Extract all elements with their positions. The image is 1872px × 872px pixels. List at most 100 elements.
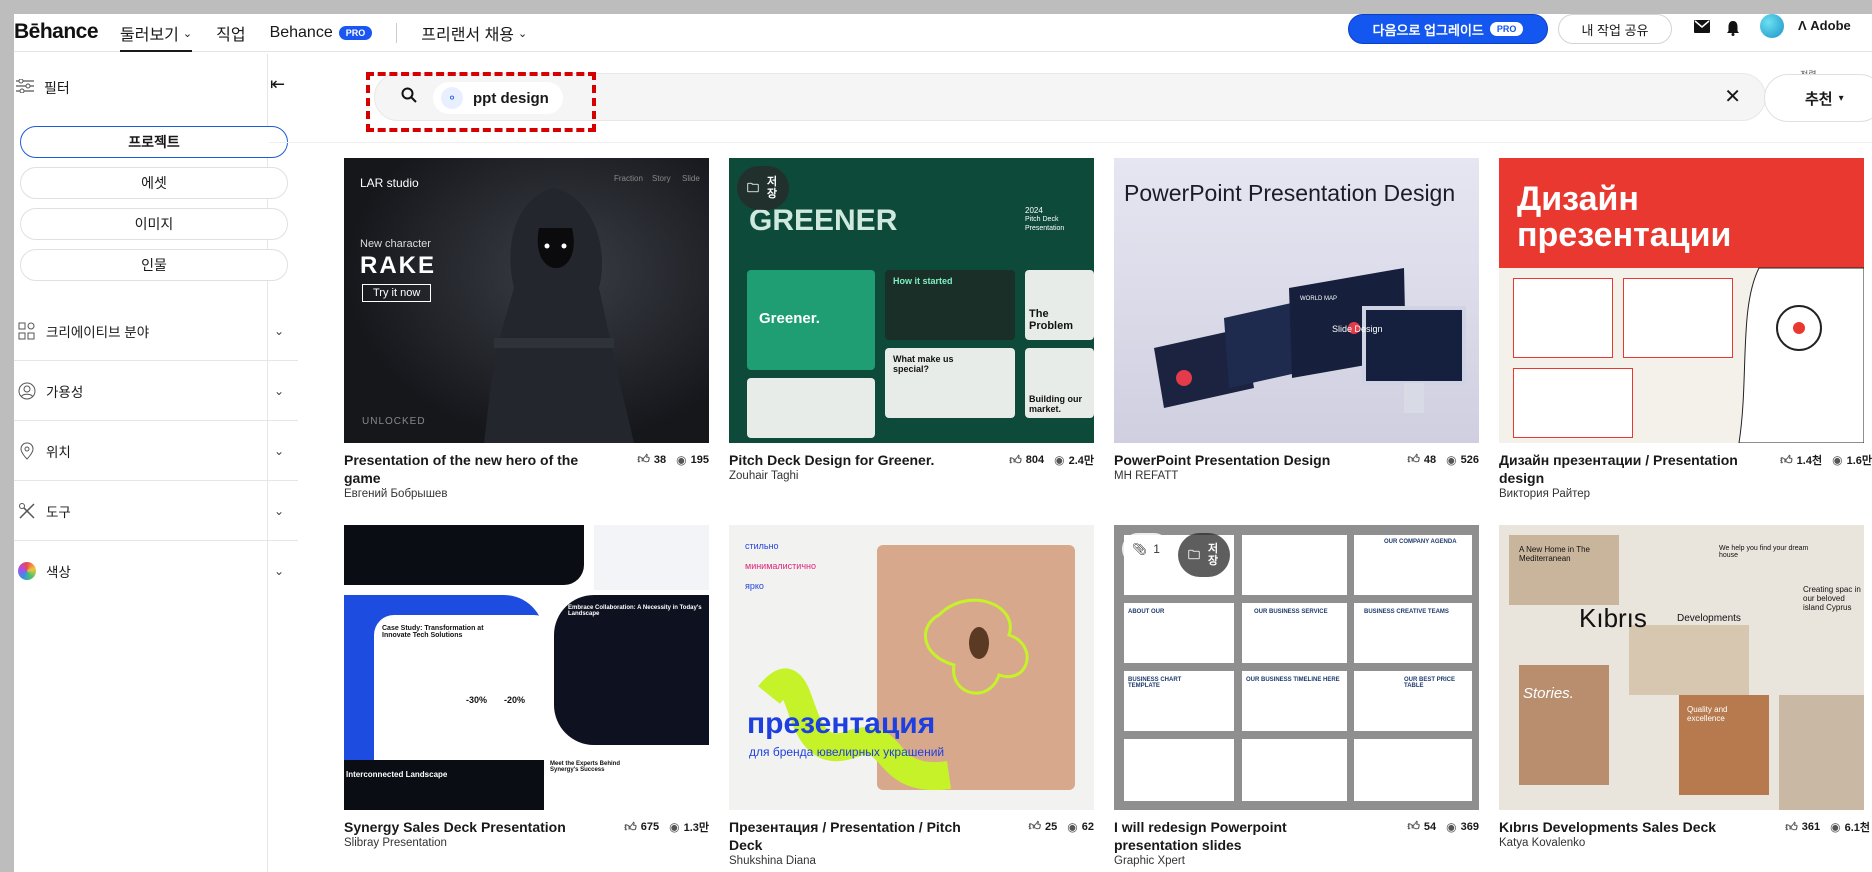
project-title[interactable]: Дизайн презентации / Presentation design [1499,451,1749,487]
project-author[interactable]: Shukshina Diana [729,855,1094,867]
project-author[interactable]: Katya Kovalenko [1499,837,1864,849]
collapse-sidebar-icon[interactable]: ⇤ [270,74,285,95]
avatar[interactable] [1760,14,1784,38]
thumb-text: The Problem [1029,308,1074,332]
mail-icon[interactable] [1694,20,1710,38]
save-button[interactable]: 🗀︎ 저장 [737,166,790,210]
share-work-button[interactable]: 내 작업 공유 [1558,14,1672,44]
project-card[interactable]: LAR studio New character RAKE Try it now… [344,158,709,500]
project-author[interactable]: MH REFATT [1114,470,1479,482]
chevron-down-icon: ⌄ [273,443,284,458]
project-author[interactable]: Zouhair Taghi [729,470,1094,482]
tools-icon [18,502,36,520]
thumb-text: Дизайн [1517,180,1639,218]
section-label: 가용성 [46,384,84,400]
filter-sidebar: 필터 ⇤ 프로젝트 에셋 이미지 인물 크리에이티브 분야 ⌄ 가용성 ⌄ 위치… [14,54,298,872]
adobe-label: Adobe [1810,18,1851,33]
filter-pill-assets[interactable]: 에셋 [20,167,288,199]
project-stats: 👍︎ 804 ◉ 2.4만 [999,452,1094,468]
project-thumbnail[interactable]: LAR studio New character RAKE Try it now… [344,158,709,443]
thumb-text: стильно [745,541,779,551]
thumbs-up-icon: 👍︎ [1407,819,1420,833]
section-label: 도구 [46,504,71,520]
project-thumbnail[interactable]: OUR COMPANY AGENDA OUR BUSINESS SERVICE … [1114,525,1479,810]
project-title[interactable]: Synergy Sales Deck Presentation [344,818,594,836]
thumb-text: BUSINESS CHART TEMPLATE [1128,677,1182,689]
thumb-text: презентация [747,707,936,740]
save-button[interactable]: 🗀︎ 저장 [1178,533,1231,577]
project-author[interactable]: Slibray Presentation [344,837,709,849]
project-title[interactable]: PowerPoint Presentation Design [1114,451,1364,469]
project-title[interactable]: Pitch Deck Design for Greener. [729,451,979,469]
project-title[interactable]: Презентация / Presentation / Pitch Deck [729,818,979,854]
view-count: 526 [1460,453,1479,466]
project-title[interactable]: I will redesign Powerpoint presentation … [1114,818,1364,854]
thumb-text: Embrace Collaboration: A Necessity in To… [568,605,702,617]
attachments-badge[interactable]: 📎︎ 1 [1122,533,1170,565]
thumb-text: OUR BEST PRICE TABLE [1404,677,1456,689]
project-author[interactable]: Виктория Райтер [1499,488,1864,500]
nav-hire-freelancers[interactable]: 프리랜서 채용 ⌄ [421,14,527,52]
sort-dropdown[interactable]: 추천 ▾ [1764,74,1872,122]
filter-pill-projects[interactable]: 프로젝트 [20,126,288,158]
thumb-text: Try it now [362,284,432,302]
section-location[interactable]: 위치 ⌄ [14,421,298,481]
nav-behance-pro[interactable]: Behance PRO [270,14,373,52]
filter-pill-images[interactable]: 이미지 [20,208,288,240]
thumb-text: Fraction [614,174,643,183]
thumb-text: How it started [893,276,953,286]
thumb-text: OUR COMPANY AGENDA [1384,539,1457,545]
nav-jobs[interactable]: 직업 [216,14,245,52]
clear-search-icon[interactable]: ✕ [1724,84,1741,109]
section-label: 크리에이티브 분야 [46,324,150,340]
section-availability[interactable]: 가용성 ⌄ [14,361,298,421]
project-author[interactable]: Евгений Бобрышев [344,488,709,500]
project-card[interactable]: OUR COMPANY AGENDA OUR BUSINESS SERVICE … [1114,525,1479,867]
project-card[interactable]: Case Study: Transformation at Innovate T… [344,525,709,849]
section-creative-fields[interactable]: 크리에이티브 분야 ⌄ [14,301,298,361]
upgrade-button[interactable]: 다음으로 업그레이드 PRO [1348,14,1548,44]
eye-icon: ◉ [1446,819,1457,834]
project-author[interactable]: Graphic Xpert [1114,855,1479,867]
main-nav: 둘러보기 ⌄ 직업 Behance PRO 프리랜서 채용 ⌄ [120,14,551,52]
thumb-text: Slide [682,174,700,183]
thumbs-up-icon: 👍︎ [637,452,650,466]
project-card[interactable]: GREENER 2024 Pitch Deck Presentation Gre… [729,158,1094,482]
thumb-text: WORLD MAP [1300,296,1338,302]
view-count: 62 [1081,820,1094,833]
filter-pill-people[interactable]: 인물 [20,249,288,281]
folder-icon: 🗀︎ [747,181,760,195]
project-thumbnail[interactable]: Case Study: Transformation at Innovate T… [344,525,709,810]
eye-icon: ◉ [1830,820,1841,834]
section-tools[interactable]: 도구 ⌄ [14,481,298,541]
project-title[interactable]: Kıbrıs Developments Sales Deck [1499,818,1749,836]
thumb-text: Interconnected Landscape [346,770,448,779]
thumb-text: PowerPoint Presentation Design [1124,180,1456,206]
project-thumbnail[interactable]: Kıbrıs Developments A New Home in The Me… [1499,525,1864,810]
color-wheel-icon [18,562,36,580]
grid-shapes-icon [18,322,36,340]
project-thumbnail[interactable]: GREENER 2024 Pitch Deck Presentation Gre… [729,158,1094,443]
project-card[interactable]: PowerPoint Presentation Design Slide Des… [1114,158,1479,482]
thumbs-up-icon: 👍︎ [1028,819,1042,833]
thumb-text: презентации [1517,216,1732,254]
project-thumbnail[interactable]: Дизайн презентации [1499,158,1864,443]
thumb-text: минималистично [745,561,816,571]
eye-icon: ◉ [669,820,680,834]
view-count: 369 [1460,820,1479,833]
project-card[interactable]: Дизайн презентации Дизайн презентации / … [1499,158,1872,500]
behance-logo[interactable]: Bēhance [14,14,99,50]
project-thumbnail[interactable]: стильно минималистично ярко презентация … [729,525,1094,810]
project-title[interactable]: Presentation of the new hero of the game [344,451,594,487]
project-thumbnail[interactable]: PowerPoint Presentation Design Slide Des… [1114,158,1479,443]
section-color[interactable]: 색상 ⌄ [14,541,298,601]
thumb-text: ABOUT OUR [1128,609,1165,615]
adobe-link[interactable]: Λ Adobe [1798,18,1851,33]
bell-icon[interactable] [1726,20,1740,41]
project-card[interactable]: Kıbrıs Developments A New Home in The Me… [1499,525,1870,849]
chevron-down-icon: ⌄ [273,383,284,398]
nav-explore[interactable]: 둘러보기 ⌄ [120,14,193,52]
thumb-text: для бренда ювелирных украшений [749,745,945,759]
project-card[interactable]: стильно минималистично ярко презентация … [729,525,1094,867]
attachment-count: 1 [1153,542,1160,556]
